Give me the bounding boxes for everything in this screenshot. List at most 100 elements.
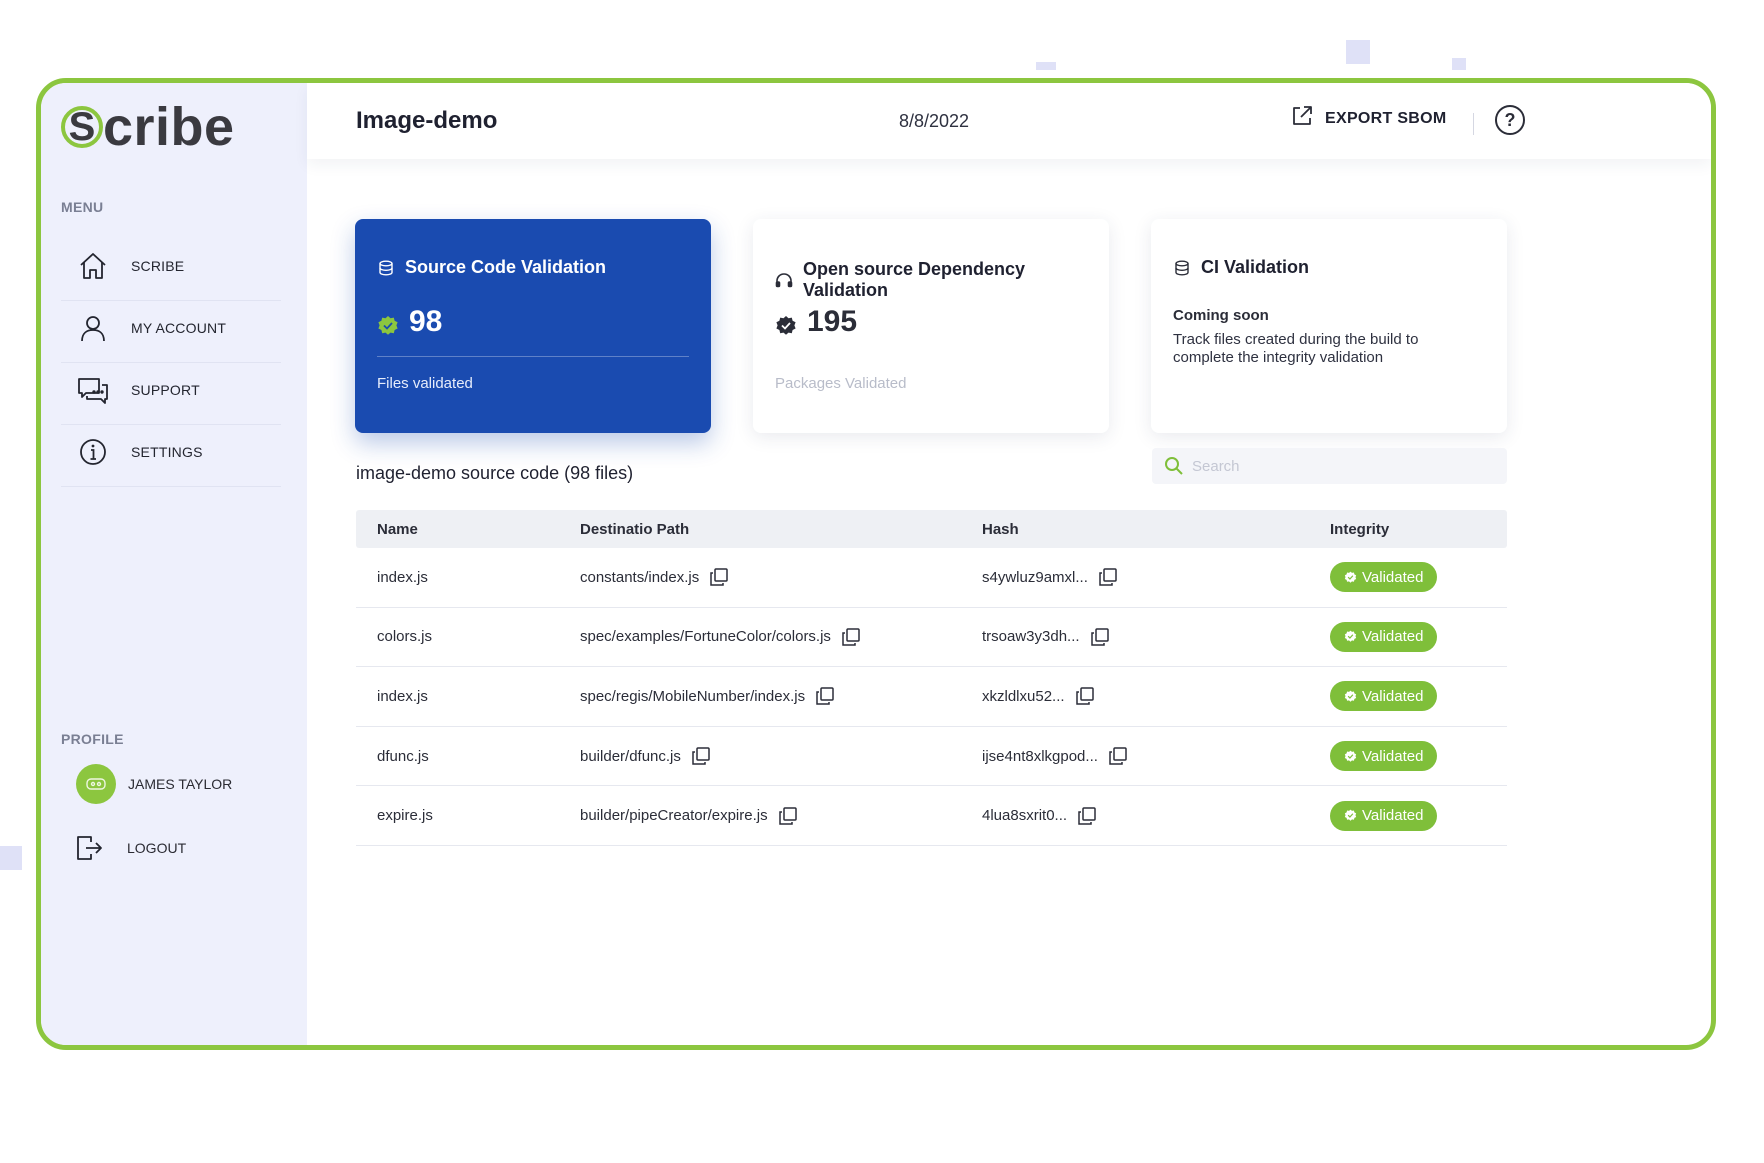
destination-path-cell: builder/pipeCreator/expire.js	[580, 806, 982, 826]
column-header-path[interactable]: Destinatio Path	[580, 521, 982, 538]
database-icon	[377, 259, 395, 277]
table-row[interactable]: expire.js builder/pipeCreator/expire.js …	[356, 786, 1507, 846]
integrity-cell: Validated	[1330, 741, 1507, 772]
integrity-cell: Validated	[1330, 621, 1507, 652]
copy-icon[interactable]	[841, 627, 861, 647]
column-header-name[interactable]: Name	[356, 521, 580, 538]
main-content: Image-demo 8/8/2022 EXPORT SBOM ? Source…	[307, 83, 1711, 1045]
sidebar-item-label: MY ACCOUNT	[131, 319, 227, 336]
verified-badge-icon	[377, 311, 399, 335]
decor-square	[1036, 62, 1056, 70]
home-icon	[75, 248, 111, 284]
source-code-validation-card[interactable]: Source Code Validation 98 Files validate…	[355, 219, 711, 433]
copy-icon[interactable]	[1090, 627, 1110, 647]
user-name: JAMES TAYLOR	[128, 776, 233, 792]
logo-wordmark: cribe	[103, 97, 235, 157]
hash-cell: s4ywluz9amxl...	[982, 567, 1330, 587]
coming-soon-description: Track files created during the build to …	[1173, 331, 1419, 366]
table-body: index.js constants/index.js s4ywluz9amxl…	[356, 548, 1507, 846]
destination-path: constants/index.js	[580, 568, 700, 586]
sidebar: S cribe MENU SCRIBE MY ACCOUNT SUPPORT S…	[41, 83, 307, 1045]
export-sbom-button[interactable]: EXPORT SBOM	[1291, 105, 1447, 132]
card-title-text: CI Validation	[1201, 257, 1310, 277]
help-icon[interactable]: ?	[1495, 105, 1525, 135]
page-date: 8/8/2022	[899, 111, 970, 131]
card-value: 98	[377, 305, 442, 339]
card-title: CI Validation	[1173, 257, 1309, 278]
copy-icon[interactable]	[1077, 806, 1097, 826]
files-table: Name Destinatio Path Hash Integrity inde…	[356, 510, 1507, 846]
hash-cell: 4lua8sxrit0...	[982, 806, 1330, 826]
menu-section-label: MENU	[61, 199, 104, 215]
validated-badge[interactable]: Validated	[1330, 621, 1438, 652]
destination-path-cell: spec/examples/FortuneColor/colors.js	[580, 627, 982, 647]
integrity-cell: Validated	[1330, 681, 1507, 712]
copy-icon[interactable]	[1108, 746, 1128, 766]
database-icon	[1173, 259, 1191, 277]
search-input[interactable]	[1192, 457, 1492, 475]
destination-path-cell: spec/regis/MobileNumber/index.js	[580, 686, 982, 706]
app-window: S cribe MENU SCRIBE MY ACCOUNT SUPPORT S…	[36, 78, 1716, 1050]
external-link-icon	[1291, 105, 1313, 132]
table-row[interactable]: dfunc.js builder/dfunc.js ijse4nt8xlkgpo…	[356, 727, 1507, 787]
top-bar: Image-demo 8/8/2022 EXPORT SBOM ?	[307, 83, 1711, 159]
headphones-icon	[775, 271, 793, 289]
copy-icon[interactable]	[691, 746, 711, 766]
file-list-title: image-demo source code (98 files)	[356, 463, 634, 483]
validated-badge[interactable]: Validated	[1330, 562, 1438, 593]
sidebar-item-my-account[interactable]: MY ACCOUNT	[61, 293, 281, 363]
copy-icon[interactable]	[1075, 686, 1095, 706]
logout-button[interactable]: LOGOUT	[61, 823, 281, 873]
column-header-integrity[interactable]: Integrity	[1330, 521, 1507, 538]
scribe-logo[interactable]: S cribe	[61, 97, 235, 157]
hash-cell: trsoaw3y3dh...	[982, 627, 1330, 647]
sidebar-item-settings[interactable]: SETTINGS	[61, 417, 281, 487]
verified-badge-icon	[1344, 750, 1357, 763]
file-name: index.js	[377, 568, 428, 586]
copy-icon[interactable]	[778, 806, 798, 826]
validated-label: Validated	[1362, 628, 1424, 646]
table-row[interactable]: colors.js spec/examples/FortuneColor/col…	[356, 608, 1507, 668]
copy-icon[interactable]	[709, 567, 729, 587]
card-title: Source Code Validation	[377, 257, 606, 278]
verified-badge-icon	[1344, 571, 1357, 584]
profile-section-label: PROFILE	[61, 731, 124, 747]
card-title-text: Source Code Validation	[405, 257, 607, 277]
file-name: index.js	[377, 687, 428, 705]
file-name: expire.js	[377, 807, 433, 825]
validated-badge[interactable]: Validated	[1330, 741, 1438, 772]
card-subtitle: Files validated	[377, 375, 473, 392]
search-icon	[1164, 456, 1184, 476]
copy-icon[interactable]	[1098, 567, 1118, 587]
destination-path: spec/examples/FortuneColor/colors.js	[580, 628, 831, 646]
copy-icon[interactable]	[815, 686, 835, 706]
sidebar-item-label: SETTINGS	[131, 443, 203, 460]
card-title: Open source Dependency Validation	[775, 259, 1109, 301]
sidebar-item-scribe[interactable]: SCRIBE	[61, 231, 281, 301]
table-row[interactable]: index.js spec/regis/MobileNumber/index.j…	[356, 667, 1507, 727]
file-name: dfunc.js	[377, 747, 429, 765]
sidebar-item-support[interactable]: SUPPORT	[61, 355, 281, 425]
user-icon	[75, 310, 111, 346]
destination-path-cell: constants/index.js	[580, 567, 982, 587]
destination-path: spec/regis/MobileNumber/index.js	[580, 687, 806, 705]
profile-user[interactable]: JAMES TAYLOR	[61, 759, 281, 809]
chat-icon	[75, 372, 111, 408]
validated-badge[interactable]: Validated	[1330, 681, 1438, 712]
table-row[interactable]: index.js constants/index.js s4ywluz9amxl…	[356, 548, 1507, 608]
validated-badge[interactable]: Validated	[1330, 800, 1438, 831]
decor-square	[0, 846, 22, 870]
page-title: Image-demo	[356, 107, 498, 134]
header-divider	[1473, 113, 1474, 135]
search-box[interactable]	[1152, 448, 1507, 484]
integrity-cell: Validated	[1330, 800, 1507, 831]
sidebar-item-label: SUPPORT	[131, 381, 200, 398]
destination-path: builder/dfunc.js	[580, 747, 681, 765]
logout-icon	[71, 830, 107, 866]
ci-validation-card[interactable]: CI Validation Coming soon Track files cr…	[1151, 219, 1507, 433]
file-hash: xkzldlxu52...	[982, 687, 1065, 705]
dependency-validation-card[interactable]: Open source Dependency Validation 195 Pa…	[753, 219, 1109, 433]
table-header: Name Destinatio Path Hash Integrity	[356, 510, 1507, 548]
column-header-hash[interactable]: Hash	[982, 521, 1330, 538]
sidebar-item-label: SCRIBE	[131, 257, 185, 274]
